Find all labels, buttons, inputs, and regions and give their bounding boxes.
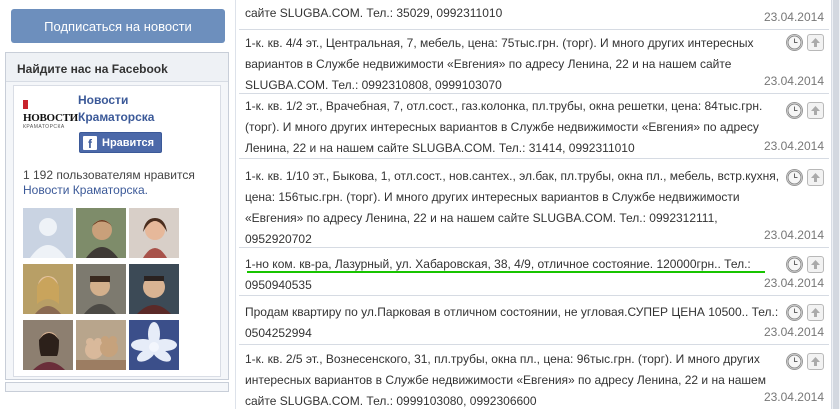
listing-text: Продам квартиру по ул.Парковая в отлично… xyxy=(245,305,779,340)
clock-icon[interactable] xyxy=(786,304,803,321)
listing-item[interactable]: 1-к. кв. 4/4 эт., Центральная, 7, мебель… xyxy=(239,31,829,94)
logo-text: НОВОСТИ xyxy=(23,112,78,124)
arrow-up-icon[interactable] xyxy=(807,102,824,119)
sidebar-bottom-panel xyxy=(5,382,229,392)
listing-item[interactable]: 1-к. кв. 1/10 эт., Быкова, 1, отл.сост.,… xyxy=(239,160,829,248)
listing-text: 1-но ком. кв-ра, Лазурный, ул. Хабаровск… xyxy=(245,257,751,292)
fan-avatar[interactable] xyxy=(129,320,179,370)
fan-avatar[interactable] xyxy=(129,264,179,314)
fan-avatar[interactable] xyxy=(129,208,179,258)
listing-date: 23.04.2014 xyxy=(763,139,824,153)
sidebar: Подписаться на новости Найдите нас на Fa… xyxy=(0,0,234,409)
fan-avatar[interactable] xyxy=(23,320,73,370)
fan-avatar[interactable] xyxy=(76,264,126,314)
facebook-like-count: 1 192 пользователям нравится Новости Кра… xyxy=(23,168,219,198)
listing-date: 23.04.2014 xyxy=(763,276,824,290)
news-logo[interactable]: НОВОСТИ КРАМАТОРСКА xyxy=(23,100,78,130)
listing-item[interactable]: 1-к. кв. 1/2 эт., Врачебная, 7, отл.сост… xyxy=(239,95,829,159)
facebook-page-name[interactable]: Новости Краматорска xyxy=(78,92,198,126)
arrow-up-icon[interactable] xyxy=(807,169,824,186)
clock-icon[interactable] xyxy=(786,34,803,51)
facebook-page-link[interactable]: Новости Краматорска. xyxy=(23,183,148,197)
listing-text: 1-к. кв. 1/10 эт., Быкова, 1, отл.сост.,… xyxy=(245,169,780,246)
clock-icon[interactable] xyxy=(786,169,803,186)
default-avatar-icon xyxy=(23,208,73,258)
listing-item[interactable]: сайте SLUGBA.COM. Тел.: 35029, 099231101… xyxy=(239,0,829,30)
logo-subtext: КРАМАТОРСКА xyxy=(23,124,65,130)
clock-icon[interactable] xyxy=(786,353,803,370)
clock-icon[interactable] xyxy=(786,102,803,119)
scrollbar-thumb[interactable] xyxy=(833,0,839,409)
arrow-up-icon[interactable] xyxy=(807,34,824,51)
highlight-underline xyxy=(247,271,765,273)
subscribe-news-button[interactable]: Подписаться на новости xyxy=(11,9,225,43)
facebook-like-button[interactable]: f Нравится xyxy=(79,132,162,153)
arrow-up-icon[interactable] xyxy=(807,353,824,370)
listing-item[interactable]: Продам квартиру по ул.Парковая в отлично… xyxy=(239,297,829,345)
listing-text: 1-к. кв. 1/2 эт., Врачебная, 7, отл.сост… xyxy=(245,99,763,155)
like-label: Нравится xyxy=(102,136,155,149)
listing-date: 23.04.2014 xyxy=(763,10,824,24)
facebook-widget-title: Найдите нас на Facebook xyxy=(6,53,228,82)
listing-text: 1-к. кв. 4/4 эт., Центральная, 7, мебель… xyxy=(245,36,754,92)
listing-item[interactable]: 1-к. кв. 2/5 эт., Вознесенского, 31, пл.… xyxy=(239,346,829,409)
fan-avatar[interactable] xyxy=(23,208,73,258)
arrow-up-icon[interactable] xyxy=(807,256,824,273)
listing-text: 1-к. кв. 2/5 эт., Вознесенского, 31, пл.… xyxy=(245,352,766,408)
scrollbar[interactable] xyxy=(831,0,840,409)
like-count-text: 1 192 пользователям нравится xyxy=(23,168,195,182)
facebook-f-icon: f xyxy=(83,135,97,150)
fan-avatar[interactable] xyxy=(23,264,73,314)
listing-date: 23.04.2014 xyxy=(763,325,824,339)
listing-date: 23.04.2014 xyxy=(763,228,824,242)
fan-avatar[interactable] xyxy=(76,208,126,258)
facebook-fans-grid xyxy=(23,208,185,370)
listing-date: 23.04.2014 xyxy=(763,390,824,404)
arrow-up-icon[interactable] xyxy=(807,304,824,321)
clock-icon[interactable] xyxy=(786,256,803,273)
fan-avatar[interactable] xyxy=(76,320,126,370)
listing-date: 23.04.2014 xyxy=(763,74,824,88)
listings-panel: сайте SLUGBA.COM. Тел.: 35029, 099231101… xyxy=(235,0,831,409)
listing-text: сайте SLUGBA.COM. Тел.: 35029, 099231101… xyxy=(245,6,503,20)
